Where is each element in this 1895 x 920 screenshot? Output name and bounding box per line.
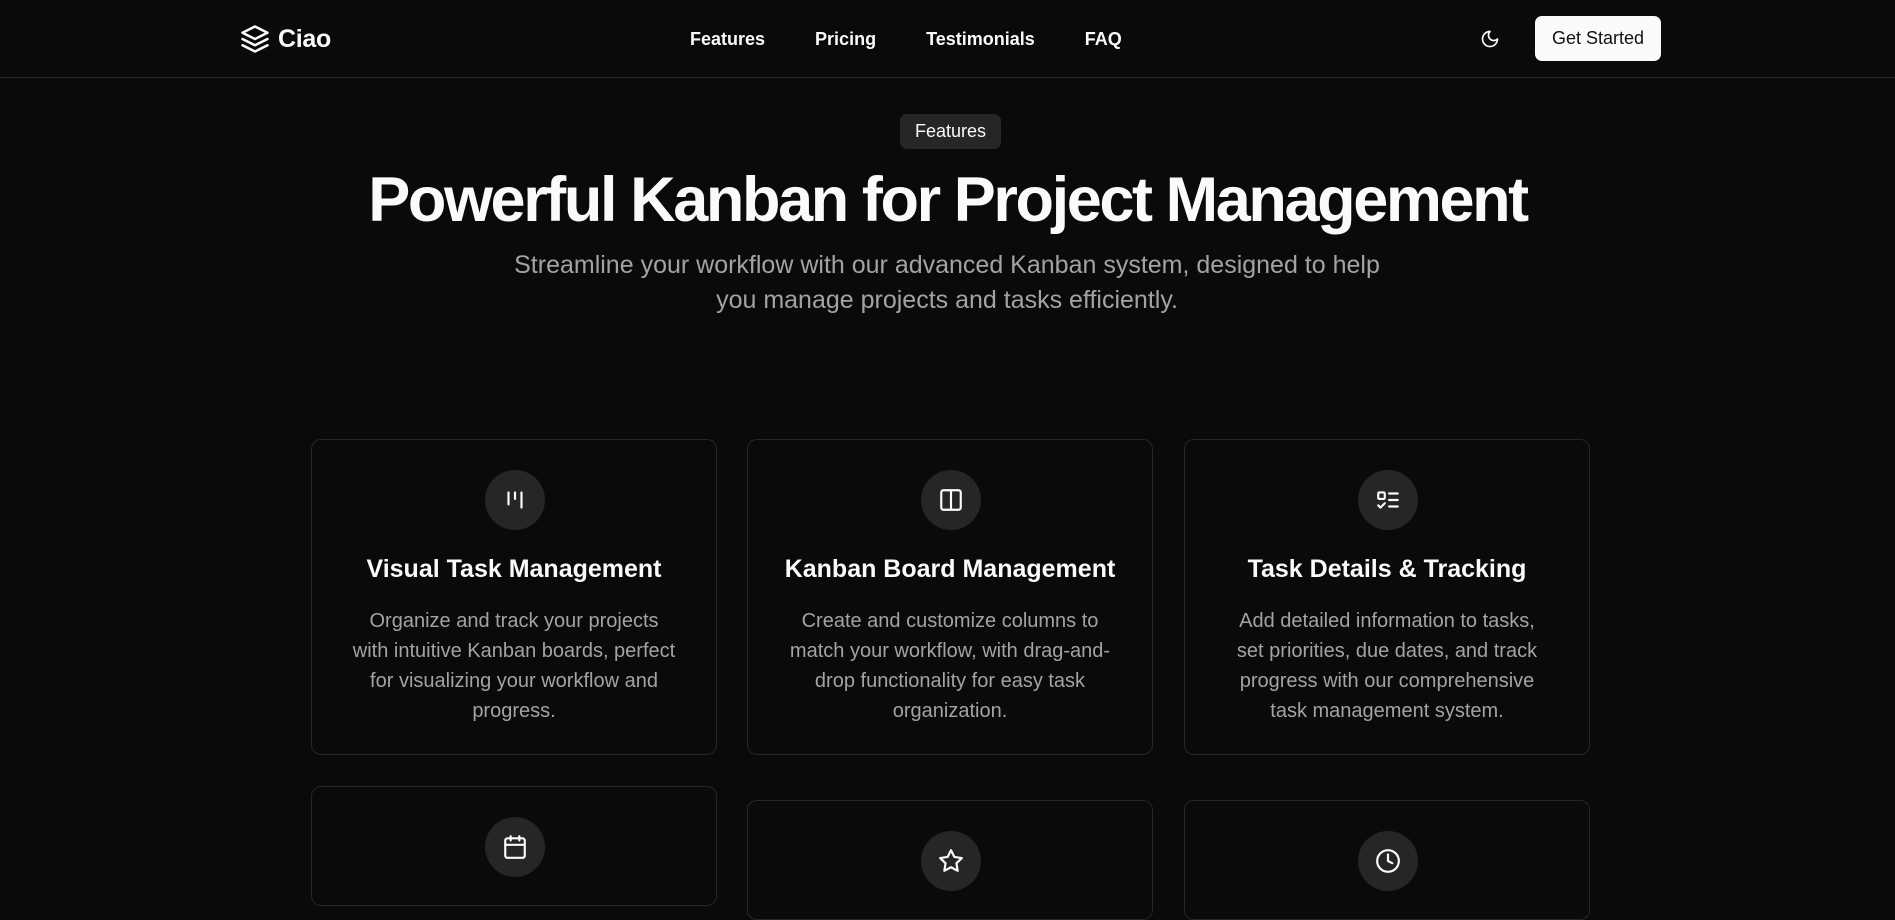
nav-link-testimonials[interactable]: Testimonials [926, 29, 1035, 50]
feature-description: Organize and track your projects with in… [352, 610, 676, 722]
feature-description: Create and customize columns to match yo… [789, 610, 1111, 722]
brand-name: Ciao [278, 24, 331, 53]
feature-card-task-details-tracking: Task Details & Tracking Add detailed inf… [1184, 439, 1590, 755]
brand-logo[interactable]: Ciao [240, 22, 331, 56]
feature-card-star [747, 800, 1153, 920]
theme-toggle-button[interactable] [1474, 24, 1506, 54]
star-icon [939, 849, 963, 872]
feature-description: Add detailed information to tasks, set p… [1236, 610, 1538, 722]
feature-title: Task Details & Tracking [1247, 555, 1527, 583]
feature-icon-badge [485, 817, 545, 877]
feature-icon-badge [1358, 470, 1418, 530]
kanban-icon [507, 491, 523, 509]
calendar-icon [504, 835, 526, 859]
feature-icon-badge [1358, 831, 1418, 891]
get-started-button[interactable]: Get Started [1535, 16, 1661, 61]
nav-link-features[interactable]: Features [690, 29, 765, 50]
layers-icon [241, 25, 269, 53]
feature-icon-badge [921, 470, 981, 530]
section-badge: Features [900, 114, 1001, 149]
feature-icon-badge [921, 831, 981, 891]
feature-icon-badge [485, 470, 545, 530]
moon-icon [1481, 30, 1499, 48]
nav-link-pricing[interactable]: Pricing [815, 29, 876, 50]
site-header: Ciao Features Pricing Testimonials FAQ G… [0, 0, 1895, 78]
main-nav: Features Pricing Testimonials FAQ [690, 26, 1122, 52]
feature-card-visual-task-management: Visual Task Management Organize and trac… [311, 439, 717, 755]
hero-title: Powerful Kanban for Project Management [368, 165, 1529, 235]
columns-icon [940, 489, 962, 511]
feature-card-calendar [311, 786, 717, 906]
list-todo-icon [1377, 491, 1399, 509]
feature-card-kanban-board-management: Kanban Board Management Create and custo… [747, 439, 1153, 755]
feature-card-clock [1184, 800, 1590, 920]
feature-title: Kanban Board Management [784, 555, 1116, 583]
nav-link-faq[interactable]: FAQ [1085, 29, 1122, 50]
hero-subtitle: Streamline your workflow with our advanc… [514, 251, 1380, 314]
feature-title: Visual Task Management [366, 555, 662, 583]
clock-icon [1376, 849, 1400, 873]
